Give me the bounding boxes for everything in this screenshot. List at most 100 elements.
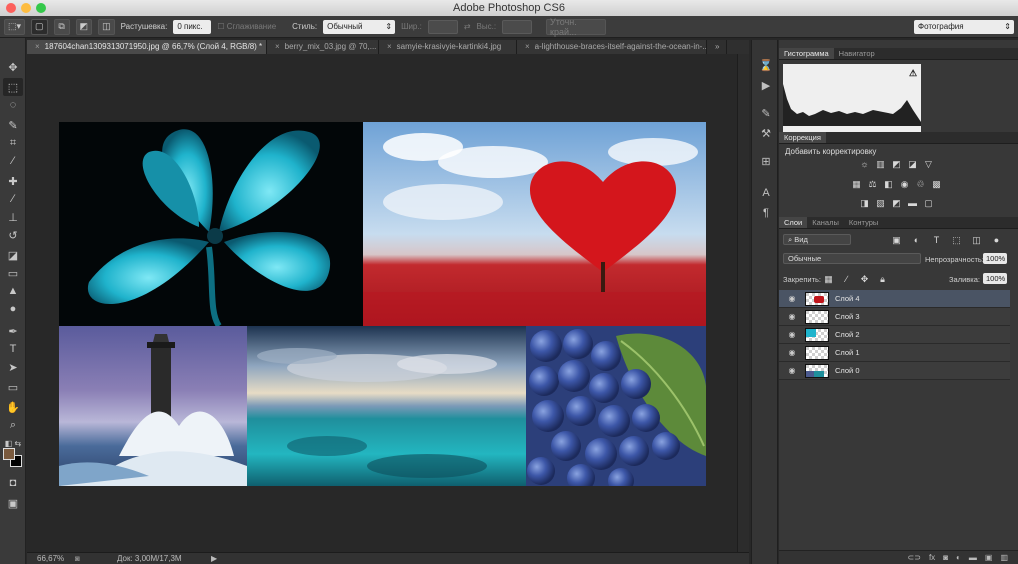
gradient-tool-icon[interactable]: ▭: [3, 264, 23, 282]
zoom-window-button[interactable]: [36, 3, 46, 13]
layer-row[interactable]: ◉ Слой 3: [779, 308, 1010, 326]
new-group-icon[interactable]: ▬: [969, 553, 977, 562]
workspace-select[interactable]: Фотография ⇕: [914, 19, 1014, 34]
exposure-icon[interactable]: ◪: [907, 159, 918, 169]
layer-row[interactable]: ◉ Слой 4: [779, 290, 1010, 308]
blur-tool-icon[interactable]: ▲: [3, 282, 23, 300]
hand-tool-icon[interactable]: ✋: [3, 398, 23, 416]
clone-source-panel-icon[interactable]: ⊞: [758, 154, 774, 168]
eyedropper-tool-icon[interactable]: ⁄: [3, 152, 23, 170]
move-tool-icon[interactable]: ✥: [3, 58, 23, 76]
selective-color-icon[interactable]: ▢: [923, 198, 934, 208]
invert-icon[interactable]: ◨: [859, 198, 870, 208]
delete-layer-icon[interactable]: ▥: [1000, 553, 1008, 562]
intersect-selection-button[interactable]: ◫: [98, 18, 115, 35]
rectangle-tool-icon[interactable]: ▭: [3, 378, 23, 396]
visibility-eye-icon[interactable]: ◉: [785, 366, 799, 375]
visibility-eye-icon[interactable]: ◉: [785, 348, 799, 357]
lock-pixels-icon[interactable]: ∕: [841, 274, 852, 284]
close-tab-icon[interactable]: ×: [387, 42, 392, 51]
lock-position-icon[interactable]: ✥: [859, 274, 870, 284]
status-info-icon[interactable]: ◙: [75, 553, 80, 564]
foreground-color-swatch[interactable]: [3, 448, 15, 460]
new-adjustment-layer-icon[interactable]: ◐: [956, 553, 961, 562]
pixel-filter-icon[interactable]: ▣: [891, 235, 902, 245]
canvas[interactable]: [59, 122, 706, 486]
marquee-tool-icon[interactable]: ⬚: [3, 78, 23, 96]
add-selection-button[interactable]: ⧉: [53, 18, 70, 35]
tool-presets-panel-icon[interactable]: ⚒: [758, 126, 774, 140]
close-tab-icon[interactable]: ×: [525, 42, 530, 51]
visibility-eye-icon[interactable]: ◉: [785, 294, 799, 303]
style-select[interactable]: Обычный ⇕: [323, 19, 396, 34]
screen-mode-icon[interactable]: ▣: [3, 494, 23, 512]
hue-saturation-icon[interactable]: ▦: [851, 179, 862, 189]
clone-stamp-tool-icon[interactable]: ⊥: [3, 208, 23, 226]
status-menu-arrow-icon[interactable]: ▶: [211, 553, 217, 564]
layer-filter-select[interactable]: ⌕ Вид: [783, 234, 851, 245]
color-balance-icon[interactable]: ⚖: [867, 179, 878, 189]
tab-document-3[interactable]: × samyie-krasivyie-kartinki4.jpg: [379, 40, 517, 54]
channel-mixer-icon[interactable]: ♲: [915, 179, 926, 189]
swap-icon[interactable]: ⇄: [464, 22, 471, 31]
tab-channels[interactable]: Каналы: [807, 217, 844, 228]
close-tab-icon[interactable]: ×: [35, 42, 40, 51]
tab-adjustments[interactable]: Коррекция: [779, 132, 826, 143]
brush-panel-icon[interactable]: ✎: [758, 106, 774, 120]
zoom-level[interactable]: 66,67%: [37, 553, 64, 564]
gradient-map-icon[interactable]: ▬: [907, 198, 918, 208]
lock-all-icon[interactable]: 🔒︎: [877, 274, 888, 284]
history-panel-icon[interactable]: ⌛: [758, 58, 774, 72]
new-selection-button[interactable]: ▢: [31, 18, 48, 35]
levels-icon[interactable]: ▥: [875, 159, 886, 169]
paragraph-panel-icon[interactable]: ¶: [758, 206, 774, 220]
shape-filter-icon[interactable]: ⬚: [951, 235, 962, 245]
layer-row[interactable]: ◉ Слой 1: [779, 344, 1010, 362]
vertical-scrollbar[interactable]: [737, 54, 749, 552]
blend-mode-select[interactable]: Обычные: [783, 253, 921, 264]
layer-row[interactable]: ◉ Слой 0: [779, 362, 1010, 380]
filter-toggle-icon[interactable]: ●: [991, 235, 1002, 245]
curves-icon[interactable]: ◩: [891, 159, 902, 169]
close-tab-icon[interactable]: ×: [275, 42, 280, 51]
type-tool-icon[interactable]: T: [3, 340, 23, 358]
antialias-checkbox[interactable]: ☐ Сглаживание: [217, 22, 276, 31]
new-layer-icon[interactable]: ▣: [985, 553, 993, 562]
history-brush-tool-icon[interactable]: ↺: [3, 226, 23, 244]
posterize-icon[interactable]: ▧: [875, 198, 886, 208]
healing-brush-tool-icon[interactable]: ✚: [3, 172, 23, 190]
dodge-tool-icon[interactable]: ●: [3, 300, 23, 318]
smart-object-filter-icon[interactable]: ◫: [971, 235, 982, 245]
black-white-icon[interactable]: ◧: [883, 179, 894, 189]
pen-tool-icon[interactable]: ✒: [3, 322, 23, 340]
add-mask-icon[interactable]: ◙: [943, 553, 948, 562]
visibility-eye-icon[interactable]: ◉: [785, 312, 799, 321]
quick-mask-icon[interactable]: ◘: [3, 474, 23, 492]
tab-document-2[interactable]: × berry_mix_03.jpg @ 70,...: [267, 40, 379, 54]
subtract-selection-button[interactable]: ◩: [75, 18, 93, 35]
refine-edge-button[interactable]: Уточн. край...: [546, 17, 607, 37]
brightness-icon[interactable]: ☼: [859, 159, 870, 169]
visibility-eye-icon[interactable]: ◉: [785, 330, 799, 339]
tab-navigator[interactable]: Навигатор: [834, 48, 880, 59]
quick-select-tool-icon[interactable]: ✎: [3, 116, 23, 134]
warning-icon[interactable]: ⚠: [909, 68, 917, 79]
tab-layers[interactable]: Слои: [779, 217, 808, 228]
type-filter-icon[interactable]: T: [931, 235, 942, 245]
lock-transparency-icon[interactable]: ▦: [823, 274, 834, 284]
actions-panel-icon[interactable]: ▶: [758, 78, 774, 92]
close-window-button[interactable]: [6, 3, 16, 13]
threshold-icon[interactable]: ◩: [891, 198, 902, 208]
eraser-tool-icon[interactable]: ◪: [3, 246, 23, 264]
fill-input[interactable]: 100%: [983, 273, 1007, 284]
tab-document-4[interactable]: × a-lighthouse-braces-itself-against-the-…: [517, 40, 707, 54]
layer-row[interactable]: ◉ Слой 2: [779, 326, 1010, 344]
photo-filter-icon[interactable]: ◉: [899, 179, 910, 189]
tab-histogram[interactable]: Гистограмма: [779, 48, 834, 59]
marquee-preset-button[interactable]: ⬚▾: [4, 18, 26, 35]
opacity-input[interactable]: 100%: [983, 253, 1007, 264]
character-panel-icon[interactable]: A: [758, 186, 774, 200]
link-layers-icon[interactable]: ⊂⊃: [908, 553, 921, 562]
tabs-overflow-icon[interactable]: »: [707, 40, 727, 54]
vibrance-icon[interactable]: ▽: [923, 159, 934, 169]
